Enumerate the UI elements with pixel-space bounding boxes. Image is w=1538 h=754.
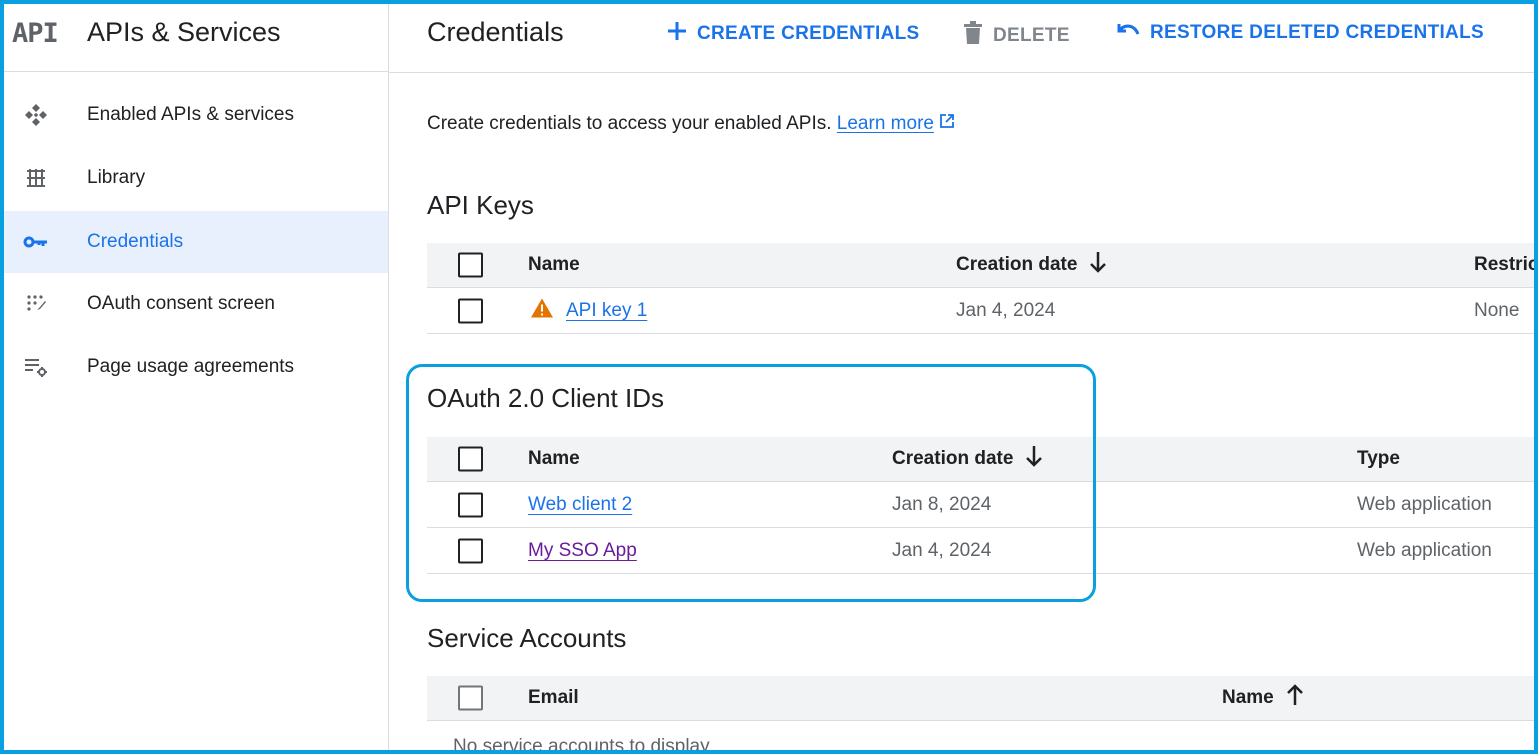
external-link-icon — [939, 113, 955, 134]
table-row: Web client 2 Jan 8, 2024 Web application — [427, 482, 1534, 528]
library-icon — [22, 164, 50, 192]
create-credentials-button[interactable]: CREATE CREDENTIALS — [667, 21, 920, 47]
restrictions-header[interactable]: Restric — [1474, 254, 1534, 276]
arrow-up-icon — [1286, 684, 1304, 712]
creation-date-cell: Jan 4, 2024 — [892, 539, 992, 561]
select-all-checkbox[interactable] — [458, 446, 483, 472]
oauth-consent-icon — [22, 290, 50, 318]
learn-more-label: Learn more — [836, 113, 934, 134]
name-header[interactable]: Name — [1222, 684, 1304, 712]
sidebar: API APIs & Services Enabled APIs & servi… — [4, 4, 389, 750]
creation-date-cell: Jan 8, 2024 — [892, 493, 992, 515]
service-accounts-title: Service Accounts — [427, 623, 627, 653]
sidebar-item-label: Enabled APIs & services — [87, 104, 294, 125]
empty-state-text: No service accounts to display — [453, 736, 710, 750]
intro-text: Create credentials to access your enable… — [427, 113, 955, 135]
name-header[interactable]: Name — [528, 254, 580, 276]
type-cell: Web application — [1357, 539, 1492, 561]
row-checkbox[interactable] — [458, 298, 483, 323]
sidebar-header: API APIs & Services — [4, 4, 388, 72]
settings-list-icon — [22, 353, 50, 381]
oauth-client-ids-table: Name Creation date Type Web client 2 Jan… — [427, 437, 1534, 574]
key-icon — [22, 228, 50, 256]
table-header: Name Creation date Restric — [427, 243, 1534, 288]
sidebar-item-page-usage[interactable]: Page usage agreements — [4, 336, 388, 398]
sidebar-item-label: OAuth consent screen — [87, 293, 275, 314]
restrictions-cell: None — [1474, 299, 1520, 321]
api-key-link[interactable]: API key 1 — [566, 300, 647, 322]
learn-more-link[interactable]: Learn more — [837, 113, 934, 134]
creation-date-header-label: Creation date — [956, 254, 1078, 276]
page-title: Credentials — [427, 17, 564, 47]
email-header[interactable]: Email — [528, 687, 579, 709]
table-row: API key 1 Jan 4, 2024 None — [427, 288, 1534, 334]
top-action-bar: Credentials CREATE CREDENTIALS DELETE RE… — [389, 4, 1534, 73]
sidebar-item-credentials[interactable]: Credentials — [4, 211, 388, 273]
sidebar-item-label: Library — [87, 167, 146, 188]
undo-icon — [1116, 21, 1140, 45]
delete-label: DELETE — [993, 25, 1070, 46]
sidebar-item-label: Page usage agreements — [87, 356, 295, 377]
row-checkbox[interactable] — [458, 492, 483, 517]
creation-date-header-label: Creation date — [892, 448, 1014, 470]
arrow-down-icon — [1025, 445, 1043, 473]
sidebar-item-library[interactable]: Library — [4, 147, 388, 209]
table-header: Email Name — [427, 676, 1534, 721]
api-keys-title: API Keys — [427, 190, 534, 220]
trash-icon — [963, 21, 983, 51]
delete-button[interactable]: DELETE — [963, 21, 1070, 51]
my-sso-app-link[interactable]: My SSO App — [528, 540, 637, 562]
name-header[interactable]: Name — [528, 448, 580, 470]
restore-deleted-credentials-button[interactable]: RESTORE DELETED CREDENTIALS — [1116, 21, 1484, 45]
warning-icon — [530, 297, 554, 324]
sidebar-item-label: Credentials — [87, 231, 184, 252]
creation-date-cell: Jan 4, 2024 — [956, 299, 1056, 321]
table-header: Name Creation date Type — [427, 437, 1534, 482]
plus-icon — [667, 21, 687, 47]
api-keys-table: Name Creation date Restric API key 1 Jan… — [427, 243, 1534, 334]
creation-date-header[interactable]: Creation date — [956, 251, 1107, 279]
type-cell: Web application — [1357, 493, 1492, 515]
sidebar-item-enabled-apis[interactable]: Enabled APIs & services — [4, 84, 388, 146]
table-row: My SSO App Jan 4, 2024 Web application — [427, 528, 1534, 574]
type-header[interactable]: Type — [1357, 448, 1400, 470]
select-all-checkbox[interactable] — [458, 252, 483, 278]
row-checkbox[interactable] — [458, 538, 483, 563]
create-credentials-label: CREATE CREDENTIALS — [697, 23, 920, 44]
service-accounts-table: Email Name No service accounts to displa… — [427, 676, 1534, 750]
oauth-client-ids-title: OAuth 2.0 Client IDs — [427, 383, 664, 413]
empty-row: No service accounts to display — [427, 721, 1534, 750]
sidebar-title: APIs & Services — [87, 17, 281, 47]
select-all-checkbox[interactable] — [458, 685, 483, 711]
web-client-2-link[interactable]: Web client 2 — [528, 494, 632, 516]
arrow-down-icon — [1089, 251, 1107, 279]
sidebar-item-oauth-consent[interactable]: OAuth consent screen — [4, 273, 388, 335]
intro-description: Create credentials to access your enable… — [427, 113, 832, 134]
enabled-apis-icon — [22, 101, 50, 129]
restore-label: RESTORE DELETED CREDENTIALS — [1150, 22, 1484, 43]
api-logo: API — [12, 18, 59, 49]
main-content: Create credentials to access your enable… — [389, 73, 1534, 750]
creation-date-header[interactable]: Creation date — [892, 445, 1043, 473]
name-header-label: Name — [1222, 687, 1274, 709]
